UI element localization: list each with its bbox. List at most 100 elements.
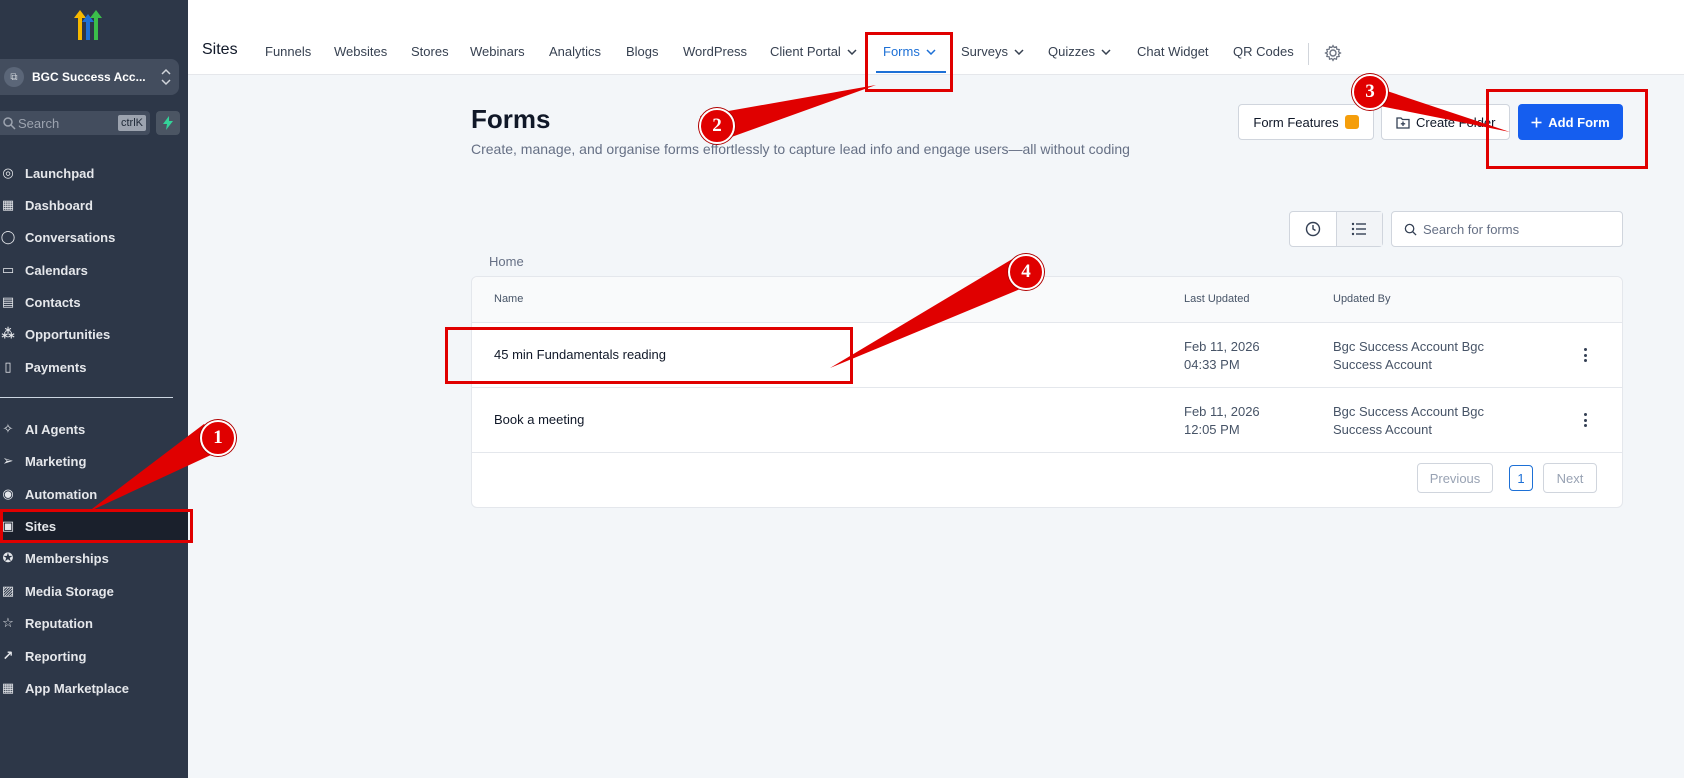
search-icon xyxy=(1404,223,1417,236)
tab-label: WordPress xyxy=(683,44,748,59)
breadcrumb[interactable]: Home xyxy=(489,254,524,269)
tab-blogs[interactable]: Blogs xyxy=(626,44,659,59)
sidebar-item-reputation[interactable]: ☆ Reputation xyxy=(0,609,188,637)
sidebar-item-marketing[interactable]: ➢ Marketing xyxy=(0,447,188,475)
app-logo-icon[interactable] xyxy=(68,8,108,44)
chevron-down-icon xyxy=(847,48,857,55)
tab-chat-widget[interactable]: Chat Widget xyxy=(1137,44,1209,59)
list-icon xyxy=(1352,222,1367,236)
table-header: Name Last Updated Updated By xyxy=(472,277,1622,323)
tab-stores[interactable]: Stores xyxy=(411,44,449,59)
sidebar-item-label: Reporting xyxy=(25,648,87,664)
sidebar-item-label: Media Storage xyxy=(25,583,114,599)
page-subtitle: Create, manage, and organise forms effor… xyxy=(471,141,1130,157)
sidebar-item-reporting[interactable]: ↗ Reporting xyxy=(0,642,188,670)
award-icon: ✪ xyxy=(2,550,14,565)
gear-icon[interactable] xyxy=(1324,44,1342,62)
pagination-previous-button[interactable]: Previous xyxy=(1417,463,1493,493)
tab-qr-codes[interactable]: QR Codes xyxy=(1233,44,1294,59)
tab-label: Blogs xyxy=(626,44,659,59)
contacts-icon: ▤ xyxy=(1,294,15,309)
step-badge-3: 3 xyxy=(1352,74,1388,110)
sidebar-item-label: Calendars xyxy=(25,262,88,278)
shortcut-hint: ctrlK xyxy=(118,115,146,131)
row-menu-icon[interactable] xyxy=(1580,411,1590,429)
list-view-button[interactable] xyxy=(1335,212,1382,246)
grid-icon: ▦ xyxy=(1,680,15,695)
sidebar-item-label: Payments xyxy=(25,359,87,375)
last-updated: Feb 11, 2026 12:05 PM xyxy=(1184,403,1314,439)
form-features-button[interactable]: Form Features xyxy=(1238,104,1374,140)
updated-by: Bgc Success Account Bgc Success Account xyxy=(1333,404,1485,437)
sidebar-item-memberships[interactable]: ✪ Memberships xyxy=(0,544,188,572)
pagination-page-1[interactable]: 1 xyxy=(1509,465,1533,491)
tab-quizzes[interactable]: Quizzes xyxy=(1048,44,1111,59)
column-header-last-updated: Last Updated xyxy=(1184,293,1250,305)
tab-label: Websites xyxy=(334,44,388,59)
recent-view-button[interactable] xyxy=(1290,212,1336,246)
highlight-forms-tab xyxy=(865,32,953,92)
last-updated-time: 12:05 PM xyxy=(1184,422,1240,437)
form-search-input[interactable] xyxy=(1423,221,1603,237)
quick-action-button[interactable] xyxy=(156,111,180,135)
sidebar-item-label: Memberships xyxy=(25,550,109,566)
account-switcher[interactable]: ⧉ BGC Success Acc... xyxy=(0,59,179,95)
tab-client-portal[interactable]: Client Portal xyxy=(770,44,857,59)
tab-surveys[interactable]: Surveys xyxy=(961,44,1024,59)
tab-wordpress[interactable]: WordPress xyxy=(683,44,747,59)
account-avatar-icon: ⧉ xyxy=(4,67,24,87)
form-name[interactable]: Book a meeting xyxy=(494,412,584,427)
sidebar-search[interactable]: Search ctrlK xyxy=(0,111,150,135)
updated-by: Bgc Success Account Bgc Success Account xyxy=(1333,339,1485,372)
sidebar-item-calendars[interactable]: ▭ Calendars xyxy=(0,256,188,284)
sidebar-item-dashboard[interactable]: ▦ Dashboard xyxy=(0,191,188,219)
step-badge-4: 4 xyxy=(1008,254,1044,290)
create-folder-label: Create Folder xyxy=(1416,114,1496,130)
sidebar-item-conversations[interactable]: ◯ Conversations xyxy=(0,223,188,251)
last-updated-time: 04:33 PM xyxy=(1184,357,1240,372)
sidebar-item-ai-agents[interactable]: ✧ AI Agents xyxy=(0,415,188,443)
sidebar-item-label: Launchpad xyxy=(25,165,95,181)
form-features-label: Form Features xyxy=(1253,114,1339,130)
highlight-sites xyxy=(0,509,193,543)
page-title: Forms xyxy=(471,104,551,134)
tab-label: Stores xyxy=(411,44,449,59)
forms-table: Name Last Updated Updated By 45 min Fund… xyxy=(471,276,1623,508)
sidebar-item-media-storage[interactable]: ▨ Media Storage xyxy=(0,577,188,605)
sidebar-item-launchpad[interactable]: ◎ Launchpad xyxy=(0,159,188,187)
chevron-down-icon xyxy=(1014,48,1024,55)
form-search-field[interactable] xyxy=(1391,211,1623,247)
sidebar-item-label: Opportunities xyxy=(25,326,111,342)
send-icon: ➢ xyxy=(2,453,14,468)
tab-label: Chat Widget xyxy=(1137,44,1209,59)
last-updated-date: Feb 11, 2026 xyxy=(1184,404,1260,419)
sidebar-item-label: Conversations xyxy=(25,229,116,245)
sidebar-item-opportunities[interactable]: ⁂ Opportunities xyxy=(0,320,188,348)
sidebar-item-label: Contacts xyxy=(25,294,81,310)
sparkle-icon: ✧ xyxy=(2,421,14,436)
sidebar-item-label: Dashboard xyxy=(25,197,93,213)
chat-bubble-icon: ◯ xyxy=(0,229,16,244)
tab-label: Quizzes xyxy=(1048,44,1095,59)
sidebar-item-automation[interactable]: ◉ Automation xyxy=(0,480,188,508)
account-name: BGC Success Acc... xyxy=(32,70,146,84)
sidebar-item-contacts[interactable]: ▤ Contacts xyxy=(0,288,188,316)
pagination-next-button[interactable]: Next xyxy=(1543,463,1597,493)
tab-funnels[interactable]: Funnels xyxy=(265,44,311,59)
automation-icon: ◉ xyxy=(2,486,14,501)
sidebar-item-payments[interactable]: ▯ Payments xyxy=(0,353,188,381)
tab-analytics[interactable]: Analytics xyxy=(549,44,601,59)
search-icon xyxy=(3,117,16,130)
palette-emoji-icon xyxy=(1344,115,1359,129)
opportunities-icon: ⁂ xyxy=(1,326,15,341)
tab-label: Funnels xyxy=(265,44,312,59)
sidebar-item-app-marketplace[interactable]: ▦ App Marketplace xyxy=(0,674,188,702)
tab-webinars[interactable]: Webinars xyxy=(470,44,525,59)
last-updated: Feb 11, 2026 04:33 PM xyxy=(1184,338,1314,374)
tab-websites[interactable]: Websites xyxy=(334,44,387,59)
sidebar-item-label: Marketing xyxy=(25,453,87,469)
step-badge-1: 1 xyxy=(200,420,236,456)
table-row[interactable]: Book a meeting Feb 11, 2026 12:05 PM Bgc… xyxy=(472,388,1622,453)
sidebar-item-label: App Marketplace xyxy=(25,680,130,696)
row-menu-icon[interactable] xyxy=(1580,346,1590,364)
